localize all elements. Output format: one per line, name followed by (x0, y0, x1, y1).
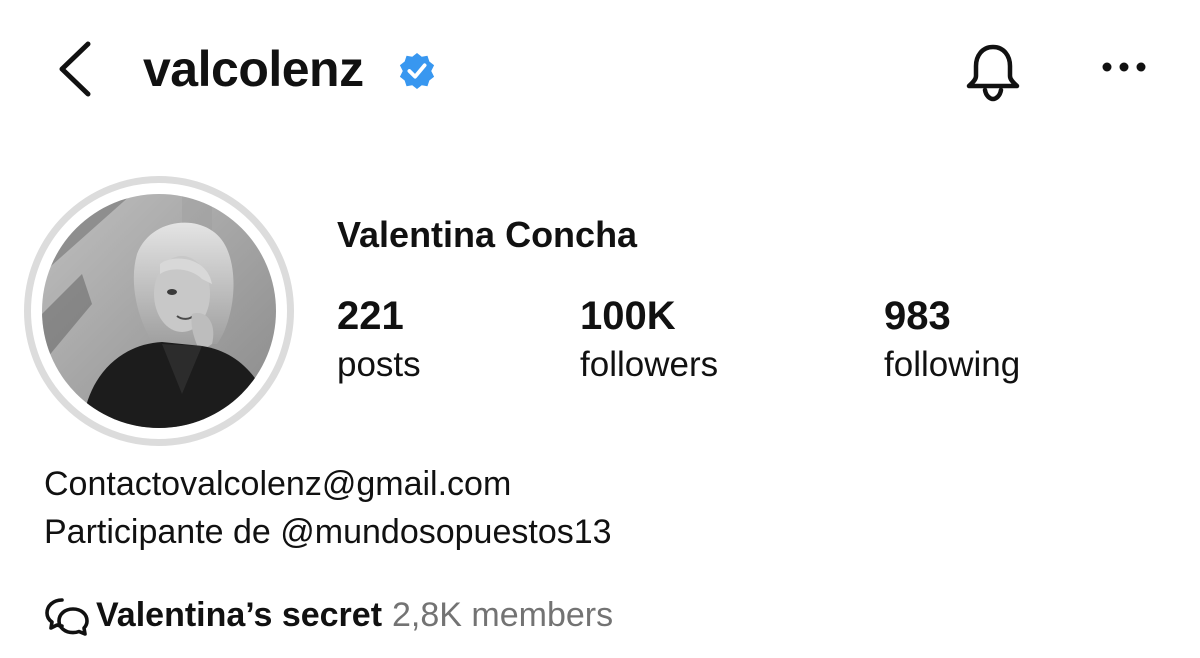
profile-photo (42, 194, 276, 428)
following-count: 983 (884, 294, 951, 338)
avatar (42, 194, 276, 428)
back-chevron-icon (59, 41, 91, 97)
verified-badge-icon (399, 52, 435, 90)
channel-name: Valentina’s secret (96, 596, 383, 634)
posts-label: posts (337, 345, 421, 384)
bio-participant-line: Participante de @mundosopuestos13 (44, 513, 612, 551)
bio-email: Contactovalcolenz@gmail.com (44, 465, 512, 503)
notifications-button[interactable] (962, 42, 1024, 102)
broadcast-channel-link[interactable]: Valentina’s secret 2,8K members (44, 592, 613, 638)
more-options-button[interactable] (1100, 52, 1148, 82)
followers-count: 100K (580, 294, 676, 338)
bell-icon (966, 44, 1020, 102)
posts-count: 221 (337, 294, 404, 338)
followers-stat[interactable]: 100K followers (580, 290, 718, 388)
posts-stat[interactable]: 221 posts (337, 290, 421, 388)
back-button[interactable] (50, 38, 98, 102)
profile-username: valcolenz (143, 41, 364, 97)
followers-label: followers (580, 345, 719, 384)
channel-members-count: 2,8K members (392, 596, 614, 634)
more-horizontal-icon (1102, 62, 1146, 72)
avatar-story-ring[interactable] (24, 176, 294, 446)
following-label: following (884, 345, 1021, 384)
display-name: Valentina Concha (337, 214, 638, 255)
profile-page: valcolenz Valentina Concha 221 posts 100… (0, 0, 1200, 658)
following-stat[interactable]: 983 following (884, 290, 1020, 388)
broadcast-chat-icon (45, 598, 89, 636)
